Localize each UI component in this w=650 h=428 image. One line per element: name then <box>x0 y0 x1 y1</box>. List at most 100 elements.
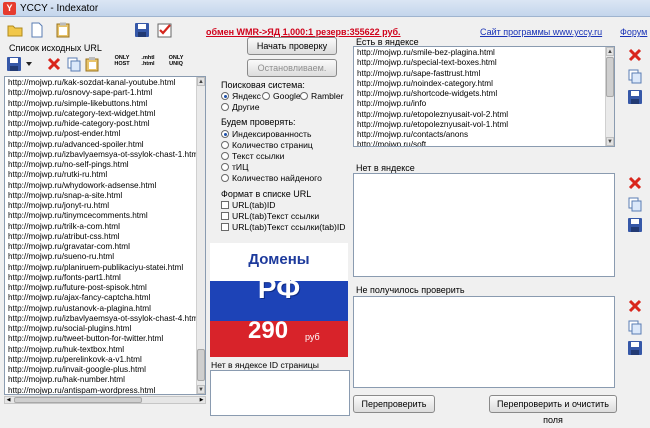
scroll-thumb[interactable] <box>197 349 205 381</box>
site-link[interactable]: Сайт программы www.yccy.ru <box>480 27 602 37</box>
check-format-id[interactable]: URL(tab)ID <box>221 200 275 211</box>
source-url-list[interactable]: http://mojwp.ru/kak-sozdat-kanal-youtube… <box>4 76 206 395</box>
source-url-row[interactable]: http://mojwp.ru/tinymcecomments.html <box>5 211 205 221</box>
source-url-row[interactable]: http://mojwp.ru/ustanovk-a-plagina.html <box>5 304 205 314</box>
indexed-url-row[interactable]: http://mojwp.ru/shortcode-widgets.html <box>354 89 614 99</box>
new-file-icon[interactable] <box>27 20 45 38</box>
source-url-row[interactable]: http://mojwp.ru/antispam-wordpress.html <box>5 386 205 395</box>
scroll-left-icon[interactable]: ◀ <box>5 397 12 403</box>
edit-check-icon[interactable] <box>155 20 173 38</box>
source-url-row[interactable]: http://mojwp.ru/kak-sozdat-kanal-youtube… <box>5 78 205 88</box>
indexed-scroll-down-icon[interactable]: ▼ <box>606 137 614 146</box>
forum-link[interactable]: Форум <box>620 27 647 37</box>
source-hscrollbar[interactable]: ◀ ▶ <box>4 396 206 404</box>
indexed-url-row[interactable]: http://mojwp.ru/smile-bez-plagina.html <box>354 48 614 58</box>
radio-found-count[interactable]: Количество найденого <box>221 173 322 184</box>
source-url-row[interactable]: http://mojwp.ru/ajax-fancy-captcha.html <box>5 293 205 303</box>
radio-page-count[interactable]: Количество страниц <box>221 140 313 151</box>
hscroll-thumb[interactable] <box>14 397 142 403</box>
indexed-delete-icon[interactable] <box>627 47 643 63</box>
failed-url-list[interactable] <box>353 296 615 388</box>
radio-other[interactable]: Другие <box>221 102 260 113</box>
indexed-scrollbar[interactable]: ▲ ▼ <box>605 47 614 146</box>
radio-google[interactable]: Google <box>262 91 301 102</box>
indexed-copy-icon[interactable] <box>627 68 643 84</box>
source-url-row[interactable]: http://mojwp.ru/hide-category-post.html <box>5 119 205 129</box>
indexed-url-row[interactable]: http://mojwp.ru/sape-fasttrust.html <box>354 69 614 79</box>
indexed-scroll-thumb[interactable] <box>606 57 614 97</box>
not-indexed-copy-icon[interactable] <box>627 196 643 212</box>
start-check-button[interactable]: Начать проверку <box>247 37 337 55</box>
source-url-row[interactable]: http://mojwp.ru/invait-google-plus.html <box>5 365 205 375</box>
exchange-link[interactable]: обмен WMR->ЯД 1,000:1 резерв:355622 руб. <box>206 27 401 37</box>
recheck-clear-button[interactable]: Перепроверить и очистить поля <box>489 395 617 425</box>
source-url-row[interactable]: http://mojwp.ru/future-post-spisok.html <box>5 283 205 293</box>
recheck-button[interactable]: Перепроверить <box>353 395 435 413</box>
source-url-row[interactable]: http://mojwp.ru/osnovy-sape-part-1.html <box>5 88 205 98</box>
indexed-save-icon[interactable] <box>627 89 643 105</box>
source-url-row[interactable]: http://mojwp.ru/social-plugins.html <box>5 324 205 334</box>
source-url-row[interactable]: http://mojwp.ru/izbavlyaemsya-ot-ssylok-… <box>5 150 205 160</box>
radio-tic[interactable]: тИЦ <box>221 162 248 173</box>
source-url-row[interactable]: http://mojwp.ru/huk-textbox.html <box>5 345 205 355</box>
open-folder-icon[interactable] <box>5 20 23 38</box>
check-format-text-id[interactable]: URL(tab)Текст ссылки(tab)ID <box>221 222 346 233</box>
source-url-row[interactable]: http://mojwp.ru/whydowork-adsense.html <box>5 181 205 191</box>
source-url-row[interactable]: http://mojwp.ru/hak-number.html <box>5 375 205 385</box>
source-url-row[interactable]: http://mojwp.ru/rutki-ru.html <box>5 170 205 180</box>
indexed-url-row[interactable]: http://mojwp.ru/noindex-category.html <box>354 79 614 89</box>
scroll-down-icon[interactable]: ▼ <box>197 385 205 394</box>
source-url-row[interactable]: http://mojwp.ru/gravatar-com.html <box>5 242 205 252</box>
check-format-text[interactable]: URL(tab)Текст ссылки <box>221 211 319 222</box>
source-url-row[interactable]: http://mojwp.ru/category-text-widget.htm… <box>5 109 205 119</box>
source-url-row[interactable]: http://mojwp.ru/simple-likebuttons.html <box>5 99 205 109</box>
not-indexed-save-icon[interactable] <box>627 217 643 233</box>
source-url-row[interactable]: http://mojwp.ru/trilk-a-com.html <box>5 222 205 232</box>
radio-indexed[interactable]: Индексированность <box>221 129 311 140</box>
source-url-row[interactable]: http://mojwp.ru/fonts-part1.html <box>5 273 205 283</box>
radio-link-text[interactable]: Текст ссылки <box>221 151 284 162</box>
source-url-row[interactable]: http://mojwp.ru/snap-a-site.html <box>5 191 205 201</box>
source-url-row[interactable]: http://mojwp.ru/planiruem-publikaciyu-st… <box>5 263 205 273</box>
source-url-row[interactable]: http://mojwp.ru/tweet-button-for-twitter… <box>5 334 205 344</box>
source-url-row[interactable]: http://mojwp.ru/jonyt-ru.html <box>5 201 205 211</box>
source-url-row[interactable]: http://mojwp.ru/sueno-ru.html <box>5 252 205 262</box>
failed-save-icon[interactable] <box>627 340 643 356</box>
delete-list-icon[interactable] <box>46 56 62 74</box>
save-list-icon[interactable] <box>6 56 22 72</box>
not-indexed-delete-icon[interactable] <box>627 175 643 191</box>
scroll-right-icon[interactable]: ▶ <box>198 397 205 403</box>
indexed-url-list[interactable]: http://mojwp.ru/smile-bez-plagina.html ht… <box>353 46 615 147</box>
source-url-row[interactable]: http://mojwp.ru/atribut-css.html <box>5 232 205 242</box>
indexed-url-row[interactable]: http://mojwp.ru/soft <box>354 140 614 146</box>
copy-icon[interactable] <box>66 56 82 74</box>
source-url-row[interactable]: http://mojwp.ru/no-self-pings.html <box>5 160 205 170</box>
indexed-url-row[interactable]: http://mojwp.ru/etopoleznyusait-vol-1.ht… <box>354 120 614 130</box>
dropdown-arrow-icon[interactable] <box>25 60 33 70</box>
scroll-up-icon[interactable]: ▲ <box>197 77 205 86</box>
indexed-url-row[interactable]: http://mojwp.ru/special-text-boxes.html <box>354 58 614 68</box>
radio-rambler[interactable]: Rambler <box>300 91 343 102</box>
source-url-row[interactable]: http://mojwp.ru/post-ender.html <box>5 129 205 139</box>
paste-icon[interactable] <box>84 56 100 74</box>
source-url-row[interactable]: http://mojwp.ru/izbavlyaemsya-ot-ssylok-… <box>5 314 205 324</box>
indexed-scroll-up-icon[interactable]: ▲ <box>606 47 614 56</box>
indexed-url-row[interactable]: http://mojwp.ru/contacts/anons <box>354 130 614 140</box>
failed-copy-icon[interactable] <box>627 319 643 335</box>
indexed-url-row[interactable]: http://mojwp.ru/info <box>354 99 614 109</box>
source-url-row[interactable]: http://mojwp.ru/perelinkovk-a-v1.html <box>5 355 205 365</box>
clipboard-icon[interactable] <box>53 20 71 38</box>
not-indexed-id-box[interactable] <box>210 370 350 416</box>
domains-rf-banner[interactable]: Домены РФ 290 руб <box>210 243 348 357</box>
indexed-url-row[interactable]: http://mojwp.ru/etopoleznyusait-vol-2.ht… <box>354 110 614 120</box>
stop-button[interactable]: Остановливаем. <box>247 59 337 77</box>
radio-yandex[interactable]: Яндекс <box>221 91 261 102</box>
save-icon[interactable] <box>132 20 150 38</box>
only-uniq-button[interactable]: ONLY UNIQ <box>164 55 188 73</box>
source-url-row[interactable]: http://mojwp.ru/advanced-spoiler.html <box>5 140 205 150</box>
only-host-button[interactable]: ONLY HOST <box>110 55 134 73</box>
failed-delete-icon[interactable] <box>627 298 643 314</box>
html-extension-button[interactable]: .mhtl .html <box>136 55 160 73</box>
source-scrollbar[interactable]: ▲ ▼ <box>196 77 205 394</box>
not-indexed-url-list[interactable] <box>353 173 615 277</box>
